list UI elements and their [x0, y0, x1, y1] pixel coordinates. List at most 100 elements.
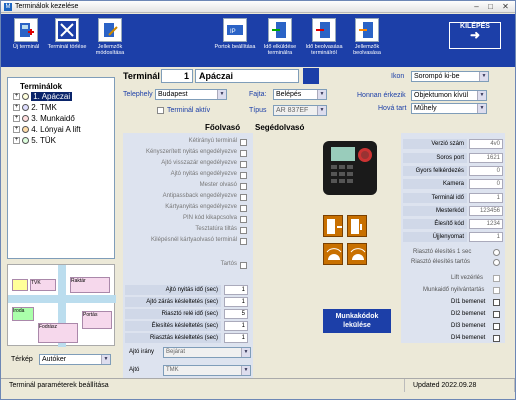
setting-checkbox[interactable]: [240, 194, 247, 201]
expand-icon[interactable]: +: [13, 104, 20, 112]
chevron-down-icon[interactable]: ▼: [479, 72, 488, 81]
numeric-field[interactable]: 1: [224, 333, 248, 343]
read-properties-button[interactable]: Jellemzők beolvasása: [342, 18, 392, 66]
expand-icon[interactable]: +: [13, 93, 20, 101]
setting-checkbox[interactable]: [240, 238, 247, 245]
status-message: Terminál paraméterek beállítása: [1, 379, 405, 392]
setting-row[interactable]: Kényszerített nyitás engedélyezve: [125, 149, 249, 159]
setting-row[interactable]: Ajtó visszazár engedélyezve: [125, 160, 249, 170]
to-label: Hová tart: [378, 105, 407, 112]
setting-checkbox[interactable]: [240, 172, 247, 179]
app-icon: M: [4, 3, 12, 11]
edit-properties-button[interactable]: Jellemzők módosítása: [85, 18, 135, 66]
terminal-number-field[interactable]: 1: [161, 69, 193, 83]
di2-label: DI2 bemenet: [451, 311, 486, 317]
setting-checkbox[interactable]: [240, 227, 247, 234]
setting-checkbox[interactable]: [240, 161, 247, 168]
info-value[interactable]: 4v0: [469, 139, 503, 149]
info-value[interactable]: 1621: [469, 153, 503, 163]
di3-checkbox[interactable]: [493, 323, 500, 330]
tree-item[interactable]: + 5. TÜK: [13, 136, 56, 146]
alarm-1sec-radio[interactable]: [493, 249, 500, 256]
type-select[interactable]: Belépés ▼: [273, 89, 327, 100]
alarm-off-icon[interactable]: [347, 243, 367, 265]
setting-checkbox[interactable]: [240, 205, 247, 212]
setting-checkbox[interactable]: [240, 183, 247, 190]
exit-button[interactable]: KILÉPÉS ➜: [449, 22, 501, 49]
chevron-down-icon[interactable]: ▼: [317, 90, 326, 99]
setting-checkbox[interactable]: [240, 262, 247, 269]
setting-row[interactable]: Ajtó nyitás engedélyezve: [125, 171, 249, 181]
terminal-label: Terminál: [123, 71, 160, 81]
setting-row[interactable]: Kártyanyitás engedélyezve: [125, 204, 249, 214]
title-bar: M Terminálok kezelése – □ ✕: [1, 1, 515, 13]
chevron-down-icon[interactable]: ▼: [477, 104, 486, 113]
setting-row[interactable]: Kétirányú terminál: [125, 138, 249, 148]
chevron-down-icon[interactable]: ▼: [241, 366, 250, 375]
alarm-permanent-radio[interactable]: [493, 259, 500, 266]
terminal-type-icon: [303, 68, 319, 84]
model-select[interactable]: AR 837EF ▼: [273, 105, 327, 116]
workcode-button[interactable]: Munkakódok lekülése: [323, 309, 391, 333]
setting-row[interactable]: Mester olvasó: [125, 182, 249, 192]
door-select[interactable]: TMK ▼: [163, 365, 251, 376]
terminal-name-field[interactable]: Apáczai: [195, 69, 299, 83]
slave-reader-heading: Segédolvasó: [255, 123, 305, 132]
numeric-field[interactable]: 1: [224, 297, 248, 307]
di4-checkbox[interactable]: [493, 335, 500, 342]
expand-icon[interactable]: +: [13, 137, 20, 145]
setting-checkbox[interactable]: [240, 150, 247, 157]
info-value[interactable]: 123456: [469, 206, 503, 216]
numeric-field[interactable]: 1: [224, 321, 248, 331]
ports-button[interactable]: IP Portok beállítása: [210, 18, 260, 66]
expand-icon[interactable]: +: [13, 126, 20, 134]
close-icon[interactable]: ✕: [500, 2, 511, 12]
to-select[interactable]: Műhely ▼: [411, 103, 487, 114]
setting-row[interactable]: Tartós: [125, 261, 249, 271]
setting-checkbox[interactable]: [240, 139, 247, 146]
chevron-down-icon[interactable]: ▼: [477, 91, 486, 100]
site-map[interactable]: TVK Raktár Iroda Fodrász Portás: [7, 264, 116, 347]
map-building: Fodrász: [38, 323, 78, 343]
tree-item[interactable]: + 3. Munkaidő: [13, 114, 75, 124]
chevron-down-icon[interactable]: ▼: [217, 90, 226, 99]
tree-item[interactable]: + 4. Lónyai A lift: [13, 125, 81, 135]
lift-control-label: Lift vezérlés: [451, 275, 484, 281]
setting-row[interactable]: Antipassback engedélyezve: [125, 193, 249, 203]
info-value[interactable]: 1: [469, 232, 503, 242]
tree-item[interactable]: + 1. Apáczai: [13, 92, 73, 102]
tree-item[interactable]: + 2. TMK: [13, 103, 57, 113]
di1-checkbox[interactable]: [493, 299, 500, 306]
location-select[interactable]: Budapest ▼: [155, 89, 227, 100]
setting-checkbox[interactable]: [240, 216, 247, 223]
info-value[interactable]: 1: [469, 193, 503, 203]
door-close-icon[interactable]: [347, 215, 367, 237]
expand-icon[interactable]: +: [13, 115, 20, 123]
send-time-button[interactable]: Idő elküldése terminálra: [255, 18, 305, 66]
terrain-select[interactable]: Autóker ▼: [39, 354, 111, 365]
info-value[interactable]: 1234: [469, 219, 503, 229]
door-direction-select[interactable]: Bejárat ▼: [163, 347, 251, 358]
chevron-down-icon[interactable]: ▼: [241, 348, 250, 357]
door-open-icon[interactable]: [323, 215, 343, 237]
di2-checkbox[interactable]: [493, 311, 500, 318]
maximize-icon[interactable]: □: [485, 2, 496, 12]
chevron-down-icon[interactable]: ▼: [101, 355, 110, 364]
worktime-label: Munkaidő nyilvántartás: [423, 287, 485, 293]
from-select[interactable]: Objektumon kívül ▼: [411, 90, 487, 101]
setting-row[interactable]: PIN kód kikapcsolva: [125, 215, 249, 225]
active-checkbox[interactable]: [157, 107, 164, 114]
icon-select[interactable]: Sorompó ki-be ▼: [411, 71, 489, 82]
minimize-icon[interactable]: –: [471, 2, 482, 12]
chevron-down-icon[interactable]: ▼: [317, 106, 326, 115]
info-value[interactable]: 0: [469, 166, 503, 176]
worktime-checkbox[interactable]: [493, 287, 500, 294]
numeric-field[interactable]: 1: [224, 285, 248, 295]
lift-control-checkbox[interactable]: [493, 275, 500, 282]
alarm-on-icon[interactable]: [323, 243, 343, 265]
setting-row[interactable]: Tesztatúra tiltás: [125, 226, 249, 236]
info-value[interactable]: 0: [469, 179, 503, 189]
setting-row[interactable]: Kilépésnél kártyaolvasó terminál: [125, 237, 249, 247]
numeric-field[interactable]: 5: [224, 309, 248, 319]
new-terminal-icon: [14, 18, 38, 42]
